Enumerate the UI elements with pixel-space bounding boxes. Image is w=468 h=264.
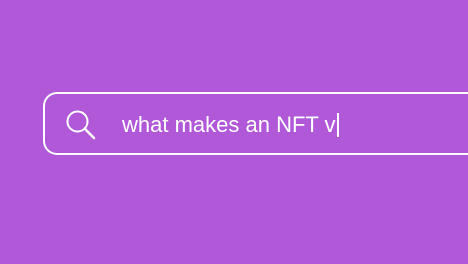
search-input[interactable]: what makes an NFT v [122,110,339,140]
search-query-text: what makes an NFT v [122,112,336,137]
page: { "search": { "query": "what makes an NF… [0,0,468,264]
text-caret [336,113,339,137]
search-icon [65,109,97,141]
search-bar[interactable]: what makes an NFT v [43,92,468,155]
